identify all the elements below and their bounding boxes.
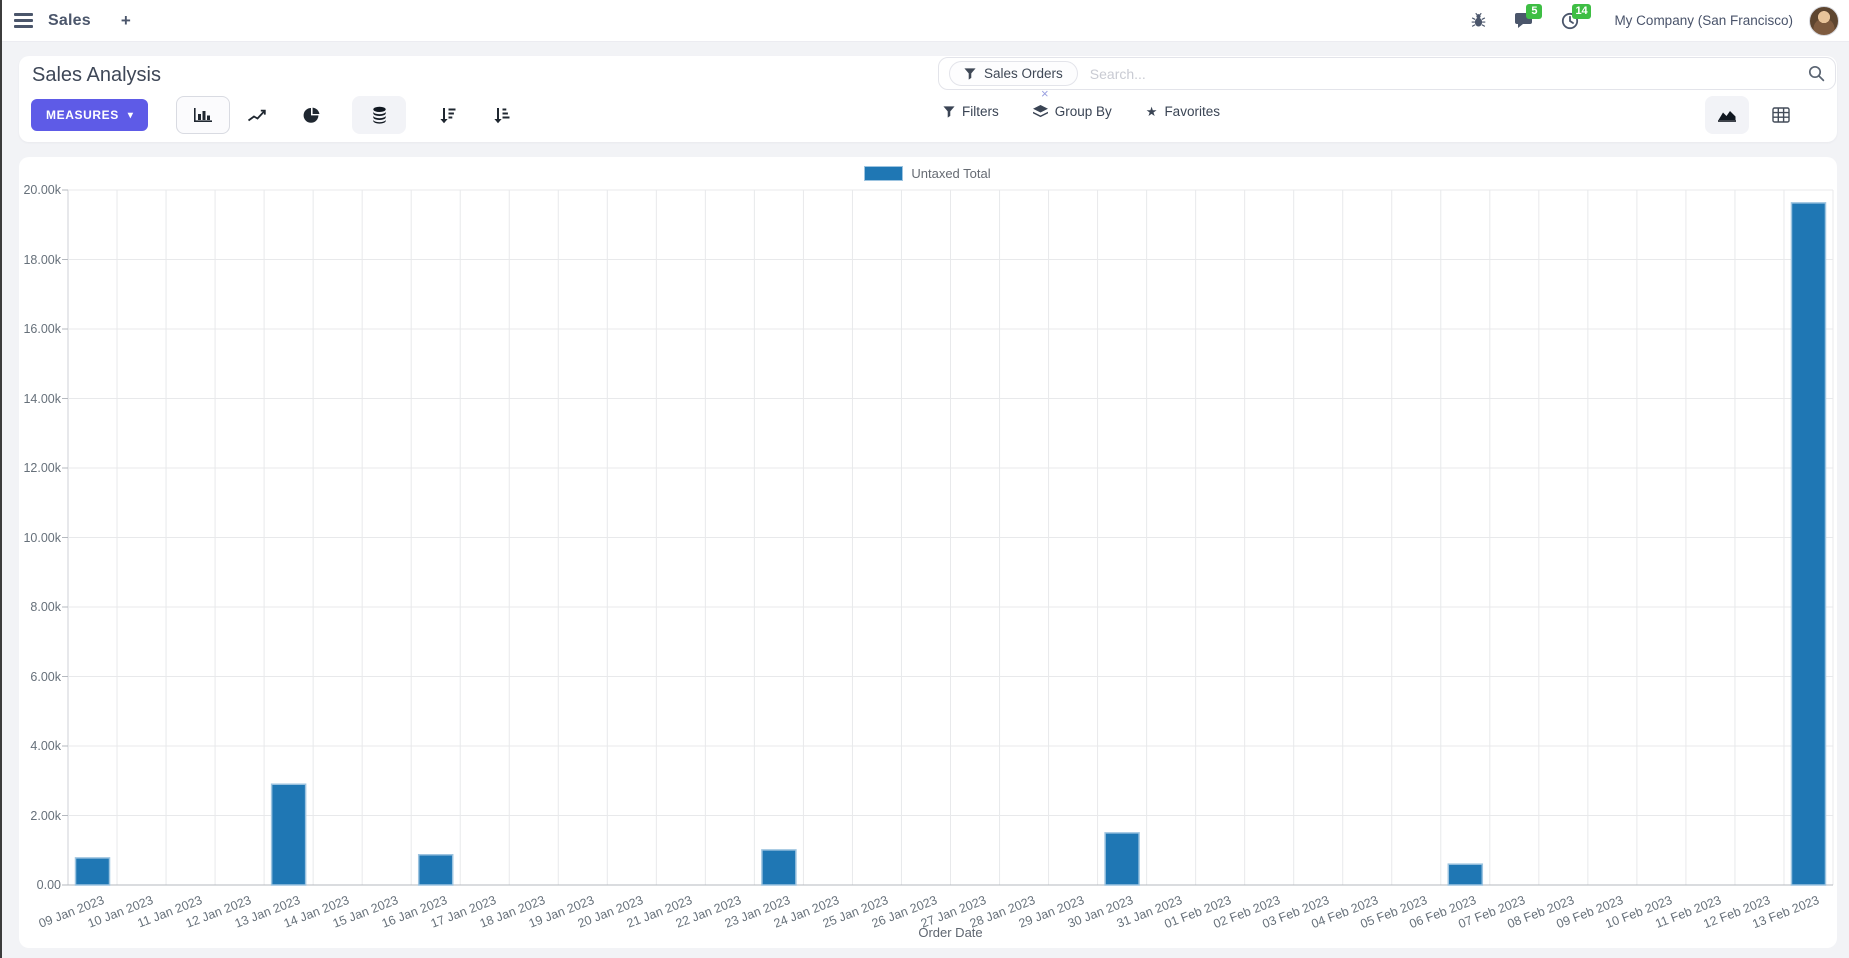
- page-title: Sales Analysis: [32, 64, 161, 86]
- messages-icon[interactable]: 5: [1514, 3, 1543, 31]
- measures-label: MEASURES: [46, 108, 119, 122]
- company-switcher[interactable]: My Company (San Francisco): [1614, 13, 1793, 28]
- caret-down-icon: ▾: [127, 109, 134, 121]
- top-navbar: Sales + 5 14 My Company (San Francisco): [0, 0, 1849, 42]
- bar[interactable]: [1790, 202, 1827, 886]
- line-chart-button[interactable]: [230, 96, 284, 134]
- pivot-view-button[interactable]: [1759, 96, 1803, 134]
- search-bar[interactable]: Sales Orders Search...: [938, 57, 1836, 90]
- bar[interactable]: [761, 849, 797, 886]
- y-tick-label: 18.00k: [23, 252, 61, 267]
- app-root: Sales + 5 14 My Company (San Francisco) …: [0, 0, 1849, 958]
- favorites-label: Favorites: [1164, 104, 1220, 119]
- y-tick-label: 12.00k: [23, 461, 61, 475]
- search-facet-sales-orders[interactable]: Sales Orders: [949, 61, 1078, 86]
- x-axis-title: Order Date: [918, 925, 983, 940]
- debug-bug-icon[interactable]: [1468, 11, 1488, 31]
- bar[interactable]: [270, 783, 307, 886]
- favorites-button[interactable]: ★ Favorites: [1146, 104, 1220, 119]
- messages-badge: 5: [1526, 3, 1543, 19]
- search-options: Filters Group By ★ Favorites: [943, 104, 1220, 119]
- user-avatar[interactable]: [1809, 5, 1839, 36]
- bar[interactable]: [417, 854, 454, 886]
- y-tick-label: 20.00k: [23, 183, 61, 197]
- graph-view-button[interactable]: [1705, 96, 1749, 134]
- stacked-button[interactable]: [352, 96, 407, 134]
- filters-button[interactable]: Filters: [943, 104, 999, 119]
- layers-icon: [1032, 104, 1048, 117]
- area-chart-icon: [1718, 111, 1736, 122]
- view-switcher: [1705, 96, 1803, 134]
- navbar-left: Sales +: [0, 11, 131, 31]
- facet-remove-icon[interactable]: ×: [1041, 87, 1049, 100]
- group-by-button[interactable]: Group By: [1032, 104, 1112, 119]
- pie-chart-button[interactable]: [284, 96, 338, 134]
- plus-icon[interactable]: +: [121, 11, 131, 31]
- search-facet-label: Sales Orders: [984, 66, 1063, 81]
- apps-menu-icon[interactable]: [14, 13, 33, 28]
- bar-chart: [62, 189, 1834, 886]
- search-input[interactable]: Search...: [1090, 66, 1808, 82]
- y-tick-label: 8.00k: [30, 600, 61, 614]
- bar[interactable]: [1447, 863, 1484, 886]
- sort-descending-button[interactable]: [420, 96, 474, 134]
- y-tick-label: 10.00k: [23, 530, 61, 545]
- y-tick-label: 4.00k: [30, 739, 61, 753]
- y-tick-label: 14.00k: [23, 391, 61, 406]
- control-panel: Sales Analysis MEASURES ▾ Sales Orders S…: [19, 56, 1837, 142]
- star-icon: ★: [1145, 104, 1158, 119]
- bar[interactable]: [74, 857, 111, 886]
- y-tick-label: 16.00k: [23, 322, 61, 336]
- y-tick-label: 2.00k: [30, 808, 61, 823]
- y-tick-label: 0.00: [36, 878, 61, 892]
- activities-badge: 14: [1572, 3, 1591, 19]
- filter-funnel-icon: [964, 67, 976, 80]
- search-icon[interactable]: [1808, 65, 1825, 82]
- bar[interactable]: [1104, 832, 1140, 886]
- filter-funnel-icon: [943, 105, 955, 118]
- measures-button[interactable]: MEASURES ▾: [31, 99, 149, 131]
- window-edge: [0, 0, 2, 958]
- chart-area: Untaxed Total 0.00 2.00k 4.00k 6.00k 8.00k 10…: [19, 157, 1837, 948]
- y-tick-label: 6.00k: [30, 669, 61, 684]
- group-by-label: Group By: [1054, 104, 1112, 119]
- sort-ascending-button[interactable]: [474, 96, 528, 134]
- filters-label: Filters: [962, 104, 999, 119]
- app-menu-sales[interactable]: Sales: [48, 12, 91, 30]
- chart-controls: MEASURES ▾: [31, 96, 528, 134]
- activities-clock-icon[interactable]: 14: [1560, 3, 1591, 31]
- pivot-table-icon: [1772, 107, 1790, 123]
- bar-chart-button[interactable]: [176, 96, 231, 134]
- navbar-right: 5 14 My Company (San Francisco): [1442, 3, 1849, 36]
